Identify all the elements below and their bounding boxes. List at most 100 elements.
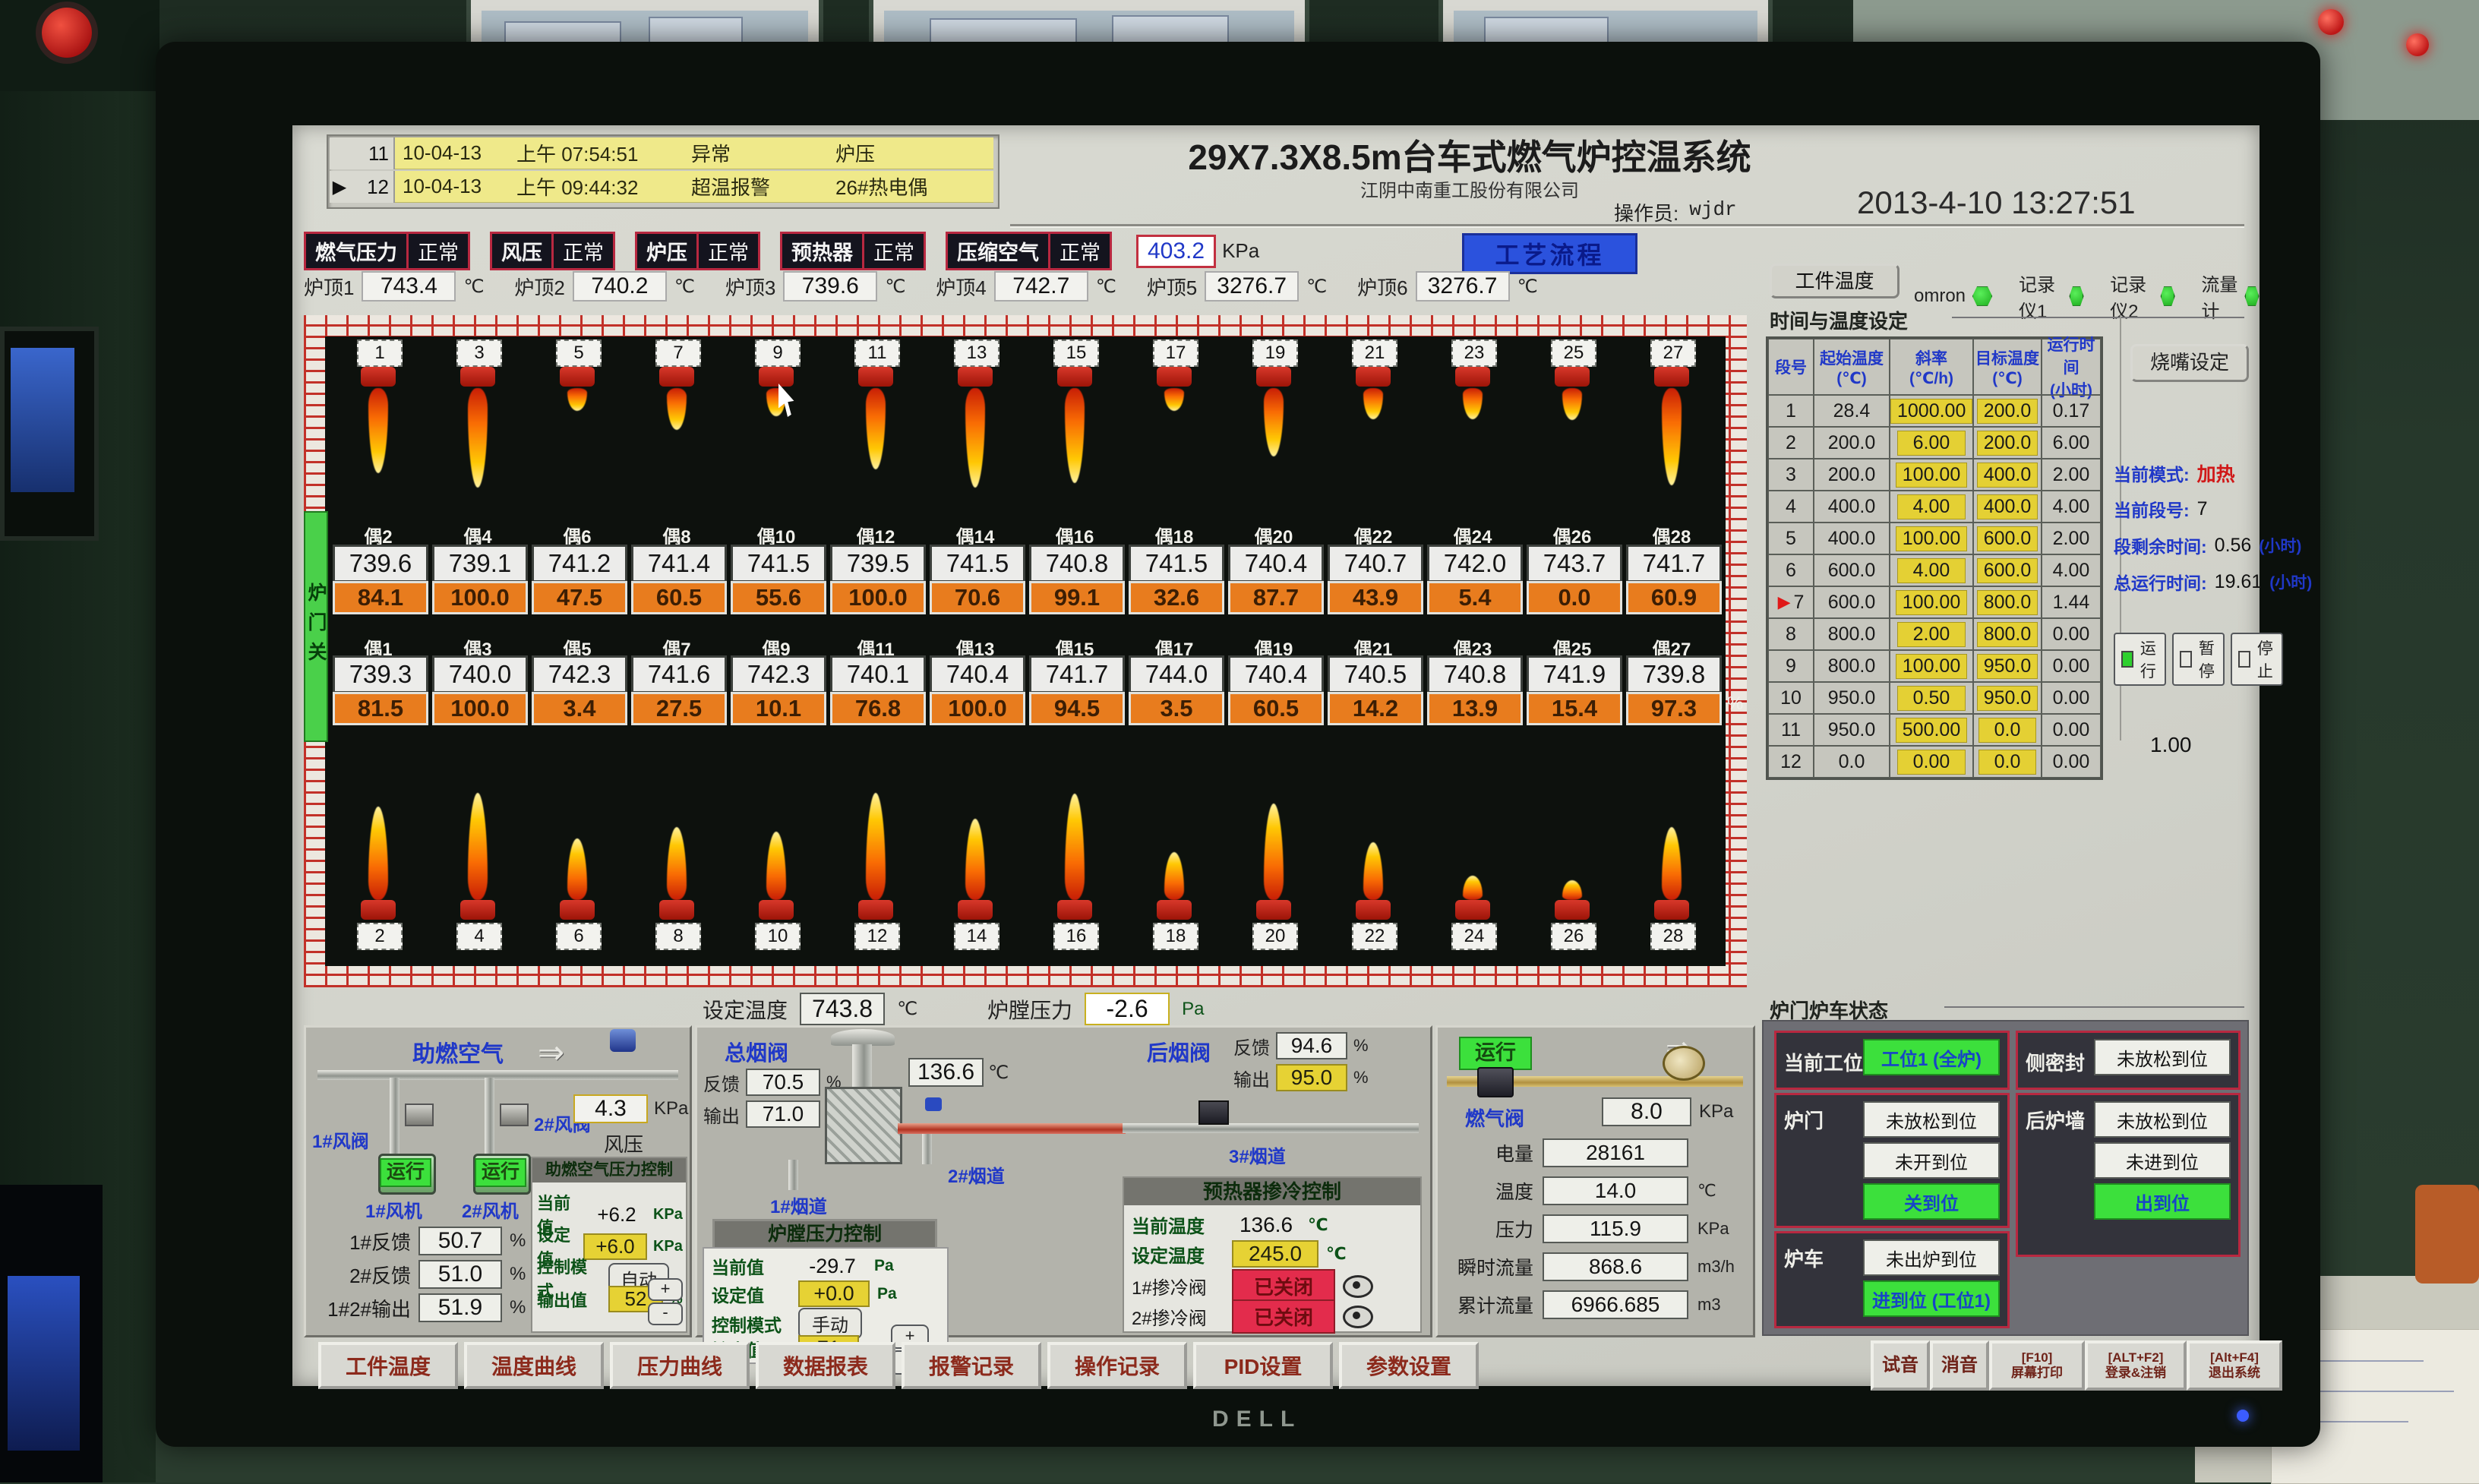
target-value[interactable]: 600.0 xyxy=(1977,526,2038,551)
compressed-air-value: 403.2KPa xyxy=(1136,235,1259,268)
eye-icon[interactable] xyxy=(1343,1306,1373,1328)
target-value[interactable]: 0.0 xyxy=(1978,718,2036,743)
thermocouple-output-pct: 100.0 xyxy=(930,692,1025,725)
air-valve-icon xyxy=(405,1104,434,1126)
alarm-row[interactable]: 1110-04-13上午 07:54:51异常炉压 xyxy=(330,137,993,169)
nav-button[interactable]: 压力曲线 xyxy=(610,1342,750,1389)
burner-number: 12 xyxy=(854,923,900,950)
burner-setting-button[interactable]: 烧嘴设定 xyxy=(2130,344,2249,382)
slope-value[interactable]: 6.00 xyxy=(1897,431,1966,456)
thermocouple-temp: 741.7 xyxy=(1626,545,1722,583)
slope-value[interactable]: 4.00 xyxy=(1897,558,1966,583)
air-minus-button[interactable]: - xyxy=(648,1302,683,1325)
burner-number: 11 xyxy=(854,339,900,367)
status-lamp-green-icon xyxy=(1972,286,1993,307)
preheater-cur-row: 当前温度136.6℃ xyxy=(1132,1211,1328,1238)
nav-button[interactable]: 工件温度 xyxy=(318,1342,458,1389)
air-plus-button[interactable]: + xyxy=(648,1278,683,1301)
slope-value[interactable]: 4.00 xyxy=(1897,494,1966,519)
gas-row-value: 6966.685 xyxy=(1543,1290,1688,1319)
eye-icon[interactable] xyxy=(1343,1275,1373,1298)
nav-button[interactable]: PID设置 xyxy=(1193,1342,1333,1389)
combustion-air-ctrl-box: 助燃空气压力控制当前值+6.2KPa设定值+6.0KPa控制模式自动输出值52%… xyxy=(531,1157,687,1333)
stop-button[interactable]: 停止 xyxy=(2231,633,2283,686)
nav-button[interactable]: 报警记录 xyxy=(902,1342,1041,1389)
target-value[interactable]: 800.0 xyxy=(1977,622,2038,647)
air-feedback-row: 1#2#输出51.9% xyxy=(312,1293,526,1322)
slope-value[interactable]: 1000.00 xyxy=(1890,399,1972,424)
target-value[interactable]: 600.0 xyxy=(1977,558,2038,583)
system-button[interactable]: [F10] 屏幕打印 xyxy=(1989,1340,2085,1391)
nav-button[interactable]: 数据报表 xyxy=(756,1342,895,1389)
slope-value[interactable]: 100.00 xyxy=(1896,590,1967,615)
target-value[interactable]: 0.0 xyxy=(1978,750,2036,775)
pause-button[interactable]: 暂停 xyxy=(2172,633,2225,686)
target-value[interactable]: 400.0 xyxy=(1977,463,2038,488)
run-button[interactable]: 运行 xyxy=(2114,633,2166,686)
burner-number: 10 xyxy=(755,923,801,950)
set-temp-label: 设定温度 xyxy=(703,994,788,1025)
monitor-brand-logo: DELL xyxy=(1212,1407,1302,1432)
burner-number: 4 xyxy=(456,923,502,950)
nav-button[interactable]: 温度曲线 xyxy=(464,1342,604,1389)
burner-icon xyxy=(361,367,396,387)
schedule-target-cell: 800.0 xyxy=(1973,586,2042,618)
device-indicator: 流量计 xyxy=(2201,270,2260,323)
furnace-interior: 13579111315171921232527偶2739.684.1偶4739.… xyxy=(325,336,1726,966)
target-value[interactable]: 200.0 xyxy=(1977,431,2038,456)
workpiece-temp-button[interactable]: 工件温度 xyxy=(1770,264,1900,298)
slope-value[interactable]: 2.00 xyxy=(1897,622,1966,647)
preheater-set-value[interactable]: 245.0 xyxy=(1232,1240,1318,1268)
fan1-label: 1#风机 xyxy=(365,1196,422,1223)
target-value[interactable]: 400.0 xyxy=(1977,494,2038,519)
target-value[interactable]: 800.0 xyxy=(1977,590,2038,615)
flame-icon xyxy=(567,838,587,900)
thermocouple-temp: 740.4 xyxy=(1228,545,1324,583)
system-button[interactable]: [ALT+F2] 登录&注销 xyxy=(2085,1340,2187,1391)
nav-button[interactable]: 操作记录 xyxy=(1047,1342,1187,1389)
target-value[interactable]: 950.0 xyxy=(1977,654,2038,679)
chamber-mode-button[interactable]: 手动 xyxy=(798,1308,862,1339)
nav-button[interactable]: 参数设置 xyxy=(1339,1342,1479,1389)
target-value[interactable]: 200.0 xyxy=(1977,399,2038,424)
ctrl-value[interactable]: +0.0 xyxy=(798,1280,870,1307)
slope-value[interactable]: 100.00 xyxy=(1896,526,1967,551)
preheater-valve-row: 1#掺冷阀已关闭 xyxy=(1132,1269,1373,1303)
emergency-stop-button[interactable] xyxy=(42,8,92,58)
fan-run-status: 运行 xyxy=(380,1158,431,1187)
thermocouple-temp: 741.5 xyxy=(930,545,1025,583)
system-button[interactable]: 消音 xyxy=(1930,1340,1989,1391)
target-value[interactable]: 950.0 xyxy=(1977,686,2038,711)
status-badge-state: 正常 xyxy=(409,234,468,268)
thermocouple-temp: 740.8 xyxy=(1029,545,1125,583)
flame-icon xyxy=(1463,388,1483,419)
slope-value[interactable]: 100.00 xyxy=(1896,463,1967,488)
pct: % xyxy=(1353,1036,1369,1056)
top-temp-value: 3276.7 xyxy=(1205,271,1299,302)
gas-data-row: 电量28161 xyxy=(1442,1138,1697,1167)
rear-out-value[interactable]: 95.0 xyxy=(1276,1064,1347,1091)
gas-panel: 运行⇒燃气阀8.0KPa电量28161温度14.0℃压力115.9KPa瞬时流量… xyxy=(1435,1025,1755,1337)
thermocouple-output-pct: 60.5 xyxy=(1228,692,1324,725)
desk-object xyxy=(2415,1185,2479,1284)
door-status-group: 炉车未出炉到位进到位 (工位1) xyxy=(1774,1231,2010,1328)
door-status-panel: 当前工位工位1 (全炉)炉门未放松到位未开到位关到位炉车未出炉到位进到位 (工位… xyxy=(1762,1020,2249,1336)
flame-icon xyxy=(567,388,587,411)
info-value: 0.56 xyxy=(2215,535,2252,557)
burner-icon xyxy=(1654,900,1689,920)
slope-value[interactable]: 100.00 xyxy=(1896,654,1967,679)
slope-value[interactable]: 0.00 xyxy=(1897,750,1966,775)
flame-icon xyxy=(468,793,488,900)
burner-icon xyxy=(1157,900,1192,920)
system-button[interactable]: [Alt+F4] 退出系统 xyxy=(2187,1340,2282,1391)
schedule-seg-cell: 11 xyxy=(1768,714,1814,746)
checkbox-checked-icon xyxy=(2121,651,2133,668)
alarm-row[interactable]: ▶1210-04-13上午 09:44:32超温报警26#热电偶 xyxy=(330,171,993,203)
process-flow-button[interactable]: 工艺流程 xyxy=(1462,233,1637,274)
system-button[interactable]: 试音 xyxy=(1871,1340,1930,1391)
top-temp-value: 3276.7 xyxy=(1416,271,1510,302)
alarm-type: 超温报警 xyxy=(691,171,835,203)
slope-value[interactable]: 0.50 xyxy=(1897,686,1966,711)
slope-value[interactable]: 500.00 xyxy=(1896,718,1967,743)
set-temp-unit: ℃ xyxy=(897,998,917,1020)
